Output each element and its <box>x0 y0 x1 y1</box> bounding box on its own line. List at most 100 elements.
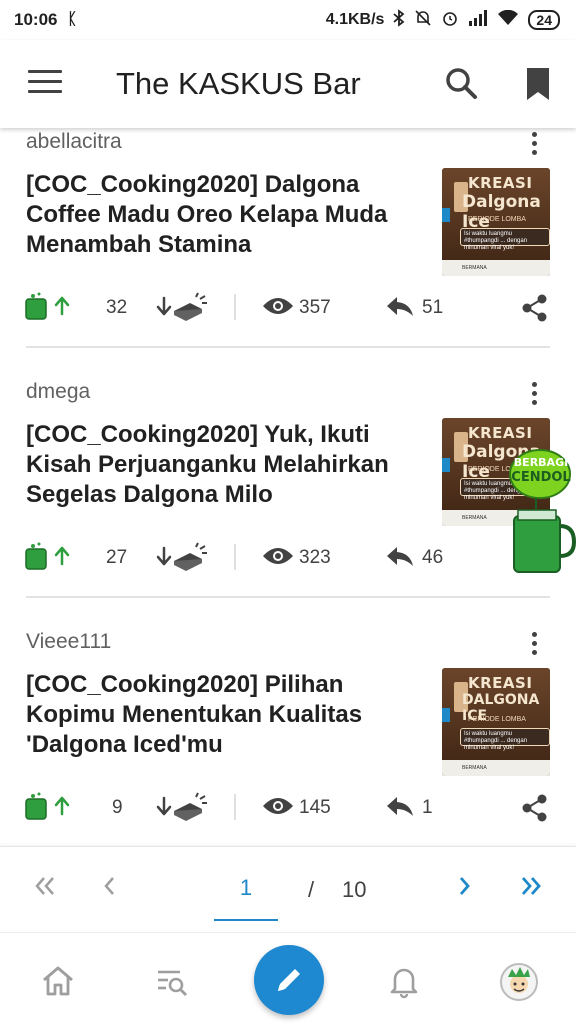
eye-icon <box>262 795 294 822</box>
share-icon[interactable] <box>522 790 548 826</box>
page-title: The KASKUS Bar <box>116 66 361 101</box>
bluetooth-icon <box>393 8 405 32</box>
thumb-text: KREASI <box>468 674 533 692</box>
current-page-underline <box>214 919 278 921</box>
thumb-text: Dalgona Ice <box>462 192 541 232</box>
views-count: 323 <box>299 547 331 568</box>
cendol-button[interactable] <box>24 790 70 826</box>
bata-button[interactable] <box>156 290 208 326</box>
create-thread-button[interactable] <box>254 945 324 1015</box>
thread-card[interactable]: dmega [COC_Cooking2020] Yuk, Ikuti Kisah… <box>0 378 576 628</box>
thumb-text: PERIODE LOMBA <box>468 216 526 223</box>
last-page-icon[interactable] <box>520 875 544 903</box>
eye-icon <box>262 295 294 322</box>
reply-button[interactable] <box>386 290 414 326</box>
reply-button[interactable] <box>386 540 414 576</box>
avatar[interactable] <box>500 963 538 1001</box>
brick-icon <box>172 291 208 326</box>
cendol-cup-icon <box>24 541 54 576</box>
thread-username[interactable]: abellacitra <box>26 130 122 154</box>
arrow-up-icon <box>54 296 70 321</box>
thread-card[interactable]: abellacitra [COC_Cooking2020] Dalgona Co… <box>0 128 576 378</box>
page-separator: / <box>308 877 315 902</box>
arrow-down-icon <box>156 796 172 821</box>
thread-title[interactable]: [COC_Cooking2020] Yuk, Ikuti Kisah Perju… <box>26 420 426 510</box>
next-page-icon[interactable] <box>458 875 472 903</box>
berbagi-cendol-widget[interactable]: BERBAGI CENDOL <box>506 446 576 576</box>
thread-title[interactable]: [COC_Cooking2020] Dalgona Coffee Madu Or… <box>26 170 426 260</box>
search-icon[interactable] <box>442 64 482 104</box>
reply-icon <box>386 795 414 822</box>
thumb-text: KREASI <box>468 424 533 442</box>
thumb-text: BERMANA <box>442 760 550 776</box>
thread-title[interactable]: [COC_Cooking2020] Pilihan Kopimu Menentu… <box>26 670 426 760</box>
cendol-cup-icon <box>24 791 54 826</box>
current-page[interactable]: 1 <box>214 875 278 901</box>
thread-thumbnail[interactable]: KREASI DALGONA ICE PERIODE LOMBA Isi wak… <box>442 668 550 776</box>
reply-count: 1 <box>422 797 433 818</box>
thumb-text: Isi waktu luangmu #thumpangdi ... dengan… <box>460 228 550 251</box>
reply-icon <box>386 295 414 322</box>
hamburger-icon[interactable] <box>28 70 62 98</box>
browse-search-icon[interactable] <box>154 963 190 999</box>
network-speed: 4.1KB/s <box>325 11 385 28</box>
wifi-icon <box>497 9 519 31</box>
views-stat <box>262 290 294 326</box>
thread-feed[interactable]: abellacitra [COC_Cooking2020] Dalgona Co… <box>0 128 576 846</box>
cendol-button[interactable] <box>24 290 70 326</box>
reply-button[interactable] <box>386 790 414 826</box>
thread-username[interactable]: dmega <box>26 380 90 404</box>
thumb-text: PERIODE LOMBA <box>468 716 526 723</box>
divider <box>234 294 236 320</box>
cendol-widget-line2: CENDOL <box>511 470 571 485</box>
eye-icon <box>262 545 294 572</box>
bookmark-icon[interactable] <box>522 66 554 104</box>
bell-icon[interactable] <box>386 963 422 999</box>
pagination: 1 / 10 <box>0 846 576 932</box>
kaskus-notification-icon: ᛕ <box>67 11 78 28</box>
pencil-icon <box>273 964 305 1001</box>
thumb-text: Isi waktu luangmu #thumpangdi ... dengan… <box>460 728 550 751</box>
bata-button[interactable] <box>156 790 208 826</box>
status-time: 10:06 <box>14 10 58 29</box>
cendol-count: 32 <box>106 297 128 318</box>
views-stat <box>262 540 294 576</box>
cendol-widget-line1: BERBAGI <box>513 456 569 469</box>
signal-icon <box>468 9 488 31</box>
cendol-count: 9 <box>112 797 123 818</box>
status-bar: 10:06 ᛕ 4.1KB/s 24 <box>0 0 576 40</box>
prev-page-icon[interactable] <box>102 875 116 903</box>
app-bar: The KASKUS Bar <box>0 40 576 128</box>
arrow-down-icon <box>156 546 172 571</box>
thread-actions: 27 323 46 <box>0 540 576 576</box>
mute-icon <box>414 9 432 32</box>
brick-icon <box>172 541 208 576</box>
thread-card[interactable]: Vieee111 [COC_Cooking2020] Pilihan Kopim… <box>0 628 576 846</box>
cendol-count: 27 <box>106 547 128 568</box>
bottom-nav <box>0 932 576 1024</box>
home-icon[interactable] <box>40 963 76 999</box>
more-vert-icon[interactable] <box>524 632 544 662</box>
views-count: 357 <box>299 297 331 318</box>
brick-icon <box>172 791 208 826</box>
reply-icon <box>386 545 414 572</box>
alarm-icon <box>441 9 459 32</box>
divider <box>26 596 550 598</box>
reply-count: 46 <box>422 547 444 568</box>
thumb-text: BERMANA <box>442 260 550 276</box>
bata-button[interactable] <box>156 540 208 576</box>
thread-thumbnail[interactable]: KREASI Dalgona Ice PERIODE LOMBA Isi wak… <box>442 168 550 276</box>
first-page-icon[interactable] <box>34 875 56 903</box>
arrow-down-icon <box>156 296 172 321</box>
share-icon[interactable] <box>522 290 548 326</box>
views-count: 145 <box>299 797 331 818</box>
total-pages: 10 <box>342 877 367 902</box>
divider <box>234 794 236 820</box>
views-stat <box>262 790 294 826</box>
more-vert-icon[interactable] <box>524 132 544 162</box>
more-vert-icon[interactable] <box>524 382 544 412</box>
thread-username[interactable]: Vieee111 <box>26 630 111 654</box>
reply-count: 51 <box>422 297 444 318</box>
arrow-up-icon <box>54 546 70 571</box>
cendol-button[interactable] <box>24 540 70 576</box>
